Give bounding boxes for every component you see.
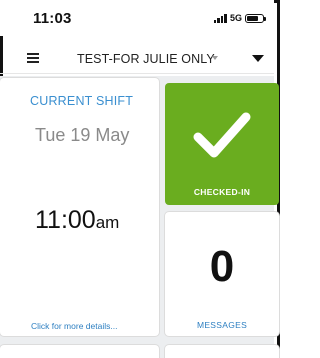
shift-time-number: 11:00 bbox=[35, 206, 96, 234]
messages-card[interactable]: 0 MESSAGES bbox=[165, 212, 279, 336]
next-card-right[interactable] bbox=[165, 345, 279, 358]
shift-time: 11:00am bbox=[35, 206, 119, 235]
title-caret-icon bbox=[212, 56, 218, 60]
app-header: TEST-FOR JULIE ONLY bbox=[0, 44, 274, 74]
next-card-left[interactable] bbox=[0, 345, 159, 358]
more-details-link[interactable]: Click for more details... bbox=[31, 321, 117, 331]
network-type: 5G bbox=[229, 13, 242, 23]
messages-label: MESSAGES bbox=[196, 320, 248, 330]
messages-count: 0 bbox=[209, 242, 235, 291]
shift-time-suffix: am bbox=[95, 213, 120, 232]
current-shift-label: CURRENT SHIFT bbox=[30, 94, 134, 108]
signal-icon bbox=[213, 13, 227, 23]
current-shift-card[interactable]: CURRENT SHIFT Tue 19 May 11:00am Click f… bbox=[0, 78, 159, 336]
status-bar: 11:03 5G bbox=[0, 0, 274, 36]
checked-in-card[interactable]: CHECKED-IN bbox=[165, 83, 279, 205]
menu-icon[interactable] bbox=[27, 53, 39, 63]
dropdown-icon[interactable] bbox=[252, 55, 264, 62]
checkmark-icon bbox=[193, 112, 251, 158]
status-time: 11:03 bbox=[33, 9, 72, 27]
page-title[interactable]: TEST-FOR JULIE ONLY bbox=[77, 52, 215, 66]
checked-in-label: CHECKED-IN bbox=[193, 187, 251, 197]
status-indicators: 5G bbox=[213, 13, 266, 23]
shift-date: Tue 19 May bbox=[35, 125, 130, 145]
battery-icon bbox=[245, 13, 266, 23]
